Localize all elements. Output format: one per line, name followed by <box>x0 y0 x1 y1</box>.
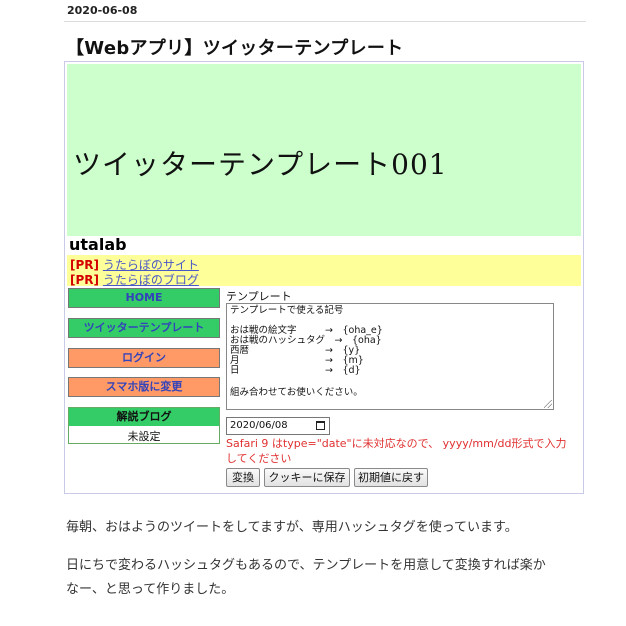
pr-link-site[interactable]: うたらぼのサイト <box>103 258 199 272</box>
site-name: utalab <box>69 235 127 254</box>
body-paragraph: なー、と思って作りました。 <box>66 582 235 597</box>
pr-bar: [PR] うたらぼのサイト [PR] うたらぼのブログ <box>67 255 581 288</box>
safari-warning: Safari 9 はtype="date"に未対応なので、 yyyy/mm/dd… <box>226 437 567 465</box>
post-date: 2020-06-08 <box>67 4 138 17</box>
nav-twitter-template-button[interactable]: ツイッターテンプレート <box>68 318 220 338</box>
template-label: テンプレート <box>226 290 292 303</box>
template-line: テンプレートで使える記号 <box>230 305 344 316</box>
resize-grip-icon[interactable] <box>544 400 552 408</box>
template-line: 組み合わせてお使いください。 <box>230 387 363 398</box>
date-input[interactable]: 2020/06/08 <box>226 417 330 435</box>
pr-tag: [PR] <box>70 258 100 272</box>
body-paragraph: 毎朝、おはようのツイートをしてますが、専用ハッシュタグを使っています。 <box>66 520 518 535</box>
reset-button[interactable]: 初期値に戻す <box>354 468 428 487</box>
banner-title: ツイッターテンプレート001 <box>73 148 448 181</box>
nav-login-button[interactable]: ログイン <box>68 348 220 368</box>
nav-mobile-button[interactable]: スマホ版に変更 <box>68 377 220 397</box>
nav-home-button[interactable]: HOME <box>68 288 220 308</box>
pr-tag: [PR] <box>70 273 100 287</box>
date-input-value: 2020/06/08 <box>230 420 288 431</box>
save-cookie-button[interactable]: クッキーに保存 <box>264 468 350 487</box>
post-title: 【Webアプリ】ツイッターテンプレート <box>66 38 404 59</box>
app-banner: ツイッターテンプレート001 <box>67 64 581 236</box>
pr-item: [PR] うたらぼのブログ <box>70 271 199 288</box>
divider <box>64 21 586 22</box>
body-paragraph: 日にちで変わるハッシュタグもあるので、テンプレートを用意して変換すれば楽か <box>66 558 546 573</box>
calendar-icon[interactable] <box>316 421 325 430</box>
blog-box-heading: 解説ブログ <box>69 408 219 426</box>
template-textarea[interactable]: テンプレートで使える記号 おは戦の絵文字 → {oha_e} おは戦のハッシュタ… <box>226 303 554 410</box>
convert-button[interactable]: 変換 <box>226 468 260 487</box>
template-line: 日 → {d} <box>230 365 361 376</box>
app-embed: ツイッターテンプレート001 utalab [PR] うたらぼのサイト [PR]… <box>64 61 584 494</box>
pr-link-blog[interactable]: うたらぼのブログ <box>103 273 199 287</box>
blog-box: 解説ブログ 未設定 <box>68 407 220 444</box>
blog-box-value: 未設定 <box>127 430 161 443</box>
